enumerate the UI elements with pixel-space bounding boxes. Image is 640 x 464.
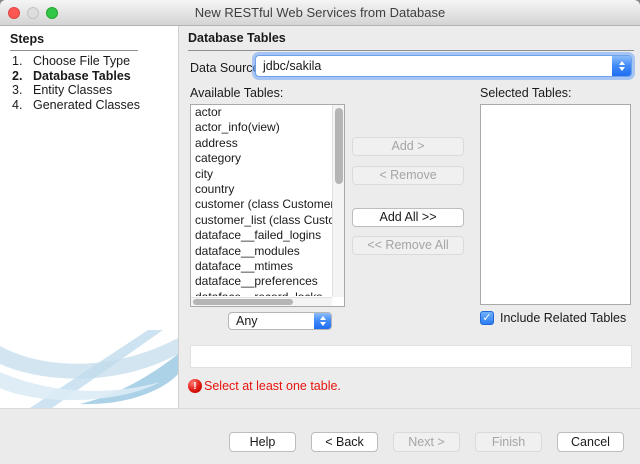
- combo-stepper-icon[interactable]: [612, 56, 631, 76]
- next-button[interactable]: Next >: [393, 432, 460, 452]
- data-source-label: Data Source:: [190, 61, 263, 75]
- list-item[interactable]: address: [191, 136, 332, 151]
- include-related-tables-option[interactable]: ✓ Include Related Tables: [480, 311, 626, 325]
- wizard-footer: Help < Back Next > Finish Cancel: [0, 408, 640, 464]
- step-database-tables: 2. Database Tables: [12, 69, 140, 84]
- list-item[interactable]: category: [191, 151, 332, 166]
- include-related-tables-label: Include Related Tables: [500, 311, 626, 325]
- selected-tables-list[interactable]: [480, 104, 631, 305]
- description-field: [190, 345, 632, 368]
- list-item[interactable]: dataface__mtimes: [191, 259, 332, 274]
- list-item[interactable]: customer_list (class Custo: [191, 213, 332, 228]
- list-item[interactable]: customer (class Customer: [191, 197, 332, 212]
- list-item[interactable]: actor_info(view): [191, 120, 332, 135]
- vertical-scrollbar[interactable]: [332, 105, 344, 297]
- title-bar: New RESTful Web Services from Database: [0, 0, 640, 26]
- list-item[interactable]: dataface__preferences: [191, 274, 332, 289]
- back-button[interactable]: < Back: [311, 432, 378, 452]
- list-item[interactable]: dataface__failed_logins: [191, 228, 332, 243]
- table-filter-combobox[interactable]: Any: [228, 312, 332, 330]
- checkbox-checked-icon[interactable]: ✓: [480, 311, 494, 325]
- table-filter-value: Any: [229, 314, 314, 328]
- step-label: Database Tables: [33, 69, 131, 84]
- data-source-combobox[interactable]: jdbc/sakila: [255, 55, 632, 77]
- horizontal-scrollbar[interactable]: [191, 297, 332, 306]
- step-label: Choose File Type: [33, 54, 130, 69]
- steps-heading: Steps: [10, 32, 138, 51]
- step-entity-classes: 3. Entity Classes: [12, 83, 140, 98]
- netbeans-swoosh-graphic: [0, 324, 178, 408]
- scrollbar-thumb[interactable]: [193, 299, 293, 305]
- list-item[interactable]: country: [191, 182, 332, 197]
- list-item[interactable]: dataface__modules: [191, 244, 332, 259]
- add-button[interactable]: Add >: [352, 137, 464, 156]
- scrollbar-thumb[interactable]: [335, 108, 343, 184]
- data-source-value: jdbc/sakila: [256, 59, 612, 73]
- list-item-clipped[interactable]: dataface__record_locks: [191, 290, 332, 296]
- remove-button[interactable]: < Remove: [352, 166, 464, 185]
- step-label: Generated Classes: [33, 98, 140, 113]
- list-item[interactable]: actor: [191, 105, 332, 120]
- steps-sidebar: Steps 1. Choose File Type 2. Database Ta…: [0, 26, 179, 408]
- list-item[interactable]: city: [191, 167, 332, 182]
- validation-message: ! Select at least one table.: [188, 379, 341, 393]
- selected-tables-label: Selected Tables:: [480, 86, 572, 100]
- error-icon: !: [188, 379, 202, 393]
- cancel-button[interactable]: Cancel: [557, 432, 624, 452]
- remove-all-button[interactable]: << Remove All: [352, 236, 464, 255]
- wizard-dialog: New RESTful Web Services from Database S…: [0, 0, 640, 464]
- available-tables-rows: actor actor_info(view) address category …: [191, 105, 332, 297]
- step-choose-file-type: 1. Choose File Type: [12, 54, 140, 69]
- panel-heading: Database Tables: [188, 31, 634, 51]
- combo-stepper-icon[interactable]: [314, 313, 331, 329]
- steps-list: 1. Choose File Type 2. Database Tables 3…: [12, 54, 140, 112]
- validation-message-text: Select at least one table.: [204, 379, 341, 393]
- add-all-button[interactable]: Add All >>: [352, 208, 464, 227]
- step-generated-classes: 4. Generated Classes: [12, 98, 140, 113]
- available-tables-label: Available Tables:: [190, 86, 283, 100]
- finish-button[interactable]: Finish: [475, 432, 542, 452]
- window-title: New RESTful Web Services from Database: [0, 5, 640, 20]
- step-label: Entity Classes: [33, 83, 112, 98]
- available-tables-list[interactable]: actor actor_info(view) address category …: [190, 104, 345, 307]
- help-button[interactable]: Help: [229, 432, 296, 452]
